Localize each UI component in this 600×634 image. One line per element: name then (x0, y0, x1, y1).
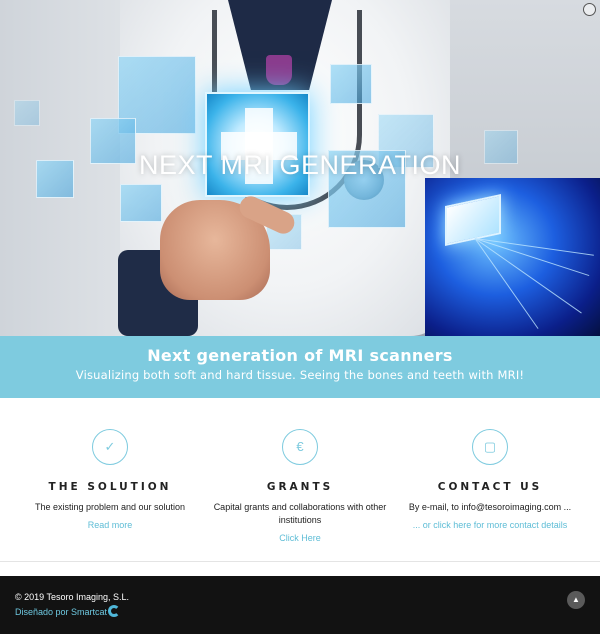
banner-title: Next generation of MRI scanners (147, 346, 453, 365)
mri-scan-graphic (425, 178, 600, 336)
smartcat-logo-icon (108, 605, 120, 617)
light-ray (474, 238, 594, 256)
section-divider (0, 561, 600, 562)
holo-square (14, 100, 40, 126)
feature-title: THE SOLUTION (48, 481, 172, 493)
feature-text: Capital grants and collaborations with o… (213, 502, 387, 525)
feature-contact: ▢ CONTACT US By e-mail, to info@tesoroim… (392, 398, 588, 530)
designer-credit-link[interactable]: Diseñado por Smartcat (15, 607, 107, 617)
feature-text: The existing problem and our solution (34, 502, 186, 512)
checkmark-icon: ✓ (92, 429, 128, 465)
chevron-up-icon[interactable]: ▲ (567, 591, 585, 609)
euro-icon: € (282, 429, 318, 465)
footer: © 2019 Tesoro Imaging, S.L. Diseñado por… (0, 576, 600, 634)
read-more-link[interactable]: Read more (12, 520, 208, 530)
slider-indicator-icon[interactable] (583, 3, 596, 16)
contact-details-link[interactable]: ... or click here for more contact detai… (392, 520, 588, 530)
hero-title: NEXT MRI GENERATION (138, 150, 462, 180)
laptop-glow (445, 194, 501, 246)
holo-square (120, 184, 162, 222)
click-here-link[interactable]: Click Here (202, 533, 398, 543)
copyright-text: © 2019 Tesoro Imaging, S.L. (15, 592, 130, 602)
feature-text: By e-mail, to info@tesoroimaging.com ... (408, 502, 572, 512)
feature-grants: € GRANTS Capital grants and collaboratio… (202, 398, 398, 543)
light-ray (474, 238, 590, 277)
feature-solution: ✓ THE SOLUTION The existing problem and … (12, 398, 208, 530)
light-ray (474, 238, 539, 329)
features-section: ✓ THE SOLUTION The existing problem and … (0, 398, 600, 562)
light-ray (474, 238, 582, 314)
banner-subtitle: Visualizing both soft and hard tissue. S… (75, 368, 525, 382)
holo-square (330, 64, 372, 104)
hero-banner: NEXT MRI GENERATION (0, 0, 600, 336)
tagline-banner: Next generation of MRI scanners Visualiz… (0, 336, 600, 398)
feature-title: GRANTS (266, 481, 334, 493)
holo-cross-square (205, 92, 310, 197)
monitor-icon: ▢ (472, 429, 508, 465)
feature-title: CONTACT US (437, 481, 543, 493)
